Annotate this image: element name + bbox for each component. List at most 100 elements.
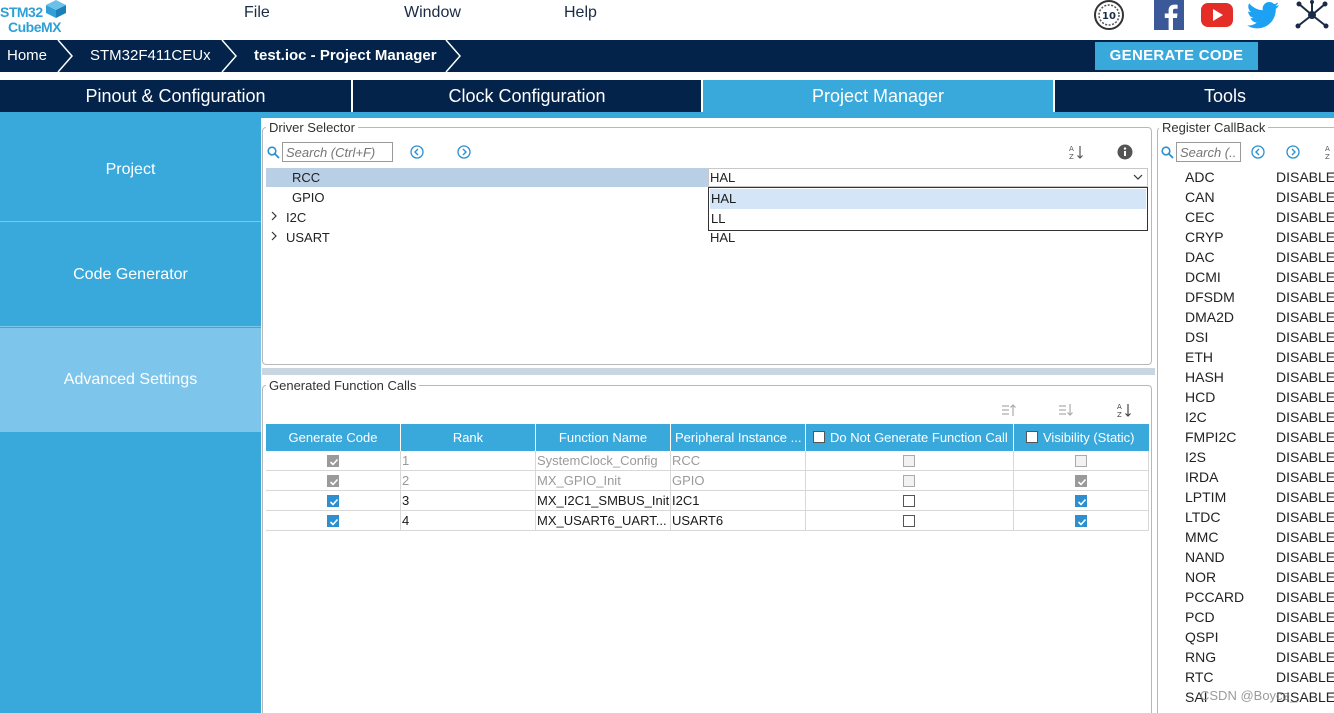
list-item[interactable]: DFSDM DISABLE: [1185, 287, 1334, 307]
expand-chevron-icon[interactable]: [270, 231, 278, 241]
driver-name-gpio[interactable]: GPIO: [292, 190, 325, 205]
callback-value[interactable]: DISABLE: [1276, 247, 1334, 267]
sort-az-icon[interactable]: A Z: [1068, 144, 1084, 160]
callback-value[interactable]: DISABLE: [1276, 387, 1334, 407]
generate-code-checkbox[interactable]: [327, 495, 339, 507]
sidebar-item-project[interactable]: Project: [0, 118, 261, 222]
panel-splitter[interactable]: [262, 368, 1155, 375]
callback-value[interactable]: DISABLE: [1276, 327, 1334, 347]
list-item[interactable]: ETH DISABLE: [1185, 347, 1334, 367]
list-item[interactable]: ADC DISABLE: [1185, 167, 1334, 187]
callback-value[interactable]: DISABLE: [1276, 367, 1334, 387]
visibility-static-checkbox[interactable]: [1075, 455, 1087, 467]
list-item[interactable]: LTDC DISABLE: [1185, 507, 1334, 527]
column-header-peripheral-instance[interactable]: Peripheral Instance ...: [671, 424, 806, 451]
callback-value[interactable]: DISABLE: [1276, 347, 1334, 367]
list-item[interactable]: HCD DISABLE: [1185, 387, 1334, 407]
previous-icon[interactable]: [410, 145, 424, 159]
list-item[interactable]: I2S DISABLE: [1185, 447, 1334, 467]
column-header-rank[interactable]: Rank: [401, 424, 536, 451]
generate-code-button[interactable]: GENERATE CODE: [1095, 42, 1258, 70]
list-item[interactable]: FMPI2C DISABLE: [1185, 427, 1334, 447]
info-icon[interactable]: [1117, 144, 1133, 160]
callback-value[interactable]: DISABLE: [1276, 607, 1334, 627]
do-not-generate-checkbox[interactable]: [903, 495, 915, 507]
list-item[interactable]: QSPI DISABLE: [1185, 627, 1334, 647]
next-icon[interactable]: [1286, 145, 1300, 159]
callback-value[interactable]: DISABLE: [1276, 187, 1334, 207]
list-item[interactable]: CRYP DISABLE: [1185, 227, 1334, 247]
expand-chevron-icon[interactable]: [270, 211, 278, 221]
callback-value[interactable]: DISABLE: [1276, 167, 1334, 187]
twitter-icon[interactable]: [1247, 0, 1281, 30]
dropdown-option-ll[interactable]: LL: [710, 209, 1146, 229]
driver-name-i2c[interactable]: I2C: [286, 210, 306, 225]
sort-az-icon[interactable]: A Z: [1116, 402, 1132, 418]
move-up-icon[interactable]: [1001, 403, 1017, 417]
list-item[interactable]: CAN DISABLE: [1185, 187, 1334, 207]
anniversary-badge-icon[interactable]: 10: [1092, 0, 1126, 30]
dropdown-option-hal[interactable]: HAL: [710, 189, 1146, 209]
tab-tools[interactable]: Tools: [1055, 80, 1334, 112]
tab-clock-configuration[interactable]: Clock Configuration: [353, 80, 701, 112]
generate-code-checkbox[interactable]: [327, 455, 339, 467]
list-item[interactable]: DMA2D DISABLE: [1185, 307, 1334, 327]
column-header-generate-code[interactable]: Generate Code: [266, 424, 401, 451]
breadcrumb-device[interactable]: STM32F411CEUx: [90, 40, 211, 72]
list-item[interactable]: NOR DISABLE: [1185, 567, 1334, 587]
network-icon[interactable]: [1294, 0, 1330, 30]
visibility-static-checkbox[interactable]: [1075, 475, 1087, 487]
callback-value[interactable]: DISABLE: [1276, 567, 1334, 587]
column-header-do-not-generate[interactable]: Do Not Generate Function Call: [806, 424, 1014, 451]
list-item[interactable]: DSI DISABLE: [1185, 327, 1334, 347]
list-item[interactable]: PCCARD DISABLE: [1185, 587, 1334, 607]
sidebar-item-code-generator[interactable]: Code Generator: [0, 223, 261, 327]
sidebar-item-advanced-settings[interactable]: Advanced Settings: [0, 328, 261, 432]
menu-window[interactable]: Window: [404, 4, 461, 22]
breadcrumb-project[interactable]: test.ioc - Project Manager: [254, 40, 437, 72]
callback-value[interactable]: DISABLE: [1276, 467, 1334, 487]
generate-code-checkbox[interactable]: [327, 475, 339, 487]
list-item[interactable]: DAC DISABLE: [1185, 247, 1334, 267]
do-not-generate-checkbox[interactable]: [903, 515, 915, 527]
column-header-function-name[interactable]: Function Name: [536, 424, 671, 451]
callback-value[interactable]: DISABLE: [1276, 667, 1334, 687]
callback-value[interactable]: DISABLE: [1276, 547, 1334, 567]
callback-value[interactable]: DISABLE: [1276, 427, 1334, 447]
driver-name-usart[interactable]: USART: [286, 230, 330, 245]
list-item[interactable]: PCD DISABLE: [1185, 607, 1334, 627]
list-item[interactable]: MMC DISABLE: [1185, 527, 1334, 547]
header-checkbox-do-not-generate[interactable]: [813, 431, 825, 443]
visibility-static-checkbox[interactable]: [1075, 495, 1087, 507]
driver-name-rcc[interactable]: RCC: [292, 170, 320, 185]
callback-value[interactable]: DISABLE: [1276, 507, 1334, 527]
list-item[interactable]: LPTIM DISABLE: [1185, 487, 1334, 507]
list-item[interactable]: HASH DISABLE: [1185, 367, 1334, 387]
callback-value[interactable]: DISABLE: [1276, 267, 1334, 287]
callback-value[interactable]: DISABLE: [1276, 447, 1334, 467]
callback-value[interactable]: DISABLE: [1276, 307, 1334, 327]
driver-dropdown-value[interactable]: HAL: [710, 170, 735, 185]
previous-icon[interactable]: [1251, 145, 1265, 159]
youtube-icon[interactable]: [1200, 0, 1234, 30]
breadcrumb-home[interactable]: Home: [7, 40, 47, 72]
driver-dropdown[interactable]: [708, 168, 1148, 187]
visibility-static-checkbox[interactable]: [1075, 515, 1087, 527]
callback-value[interactable]: DISABLE: [1276, 487, 1334, 507]
list-item[interactable]: IRDA DISABLE: [1185, 467, 1334, 487]
facebook-icon[interactable]: [1152, 0, 1186, 30]
driver-value-usart[interactable]: HAL: [710, 230, 735, 245]
menu-help[interactable]: Help: [564, 4, 597, 22]
callback-value[interactable]: DISABLE: [1276, 227, 1334, 247]
list-item[interactable]: RTC DISABLE: [1185, 667, 1334, 687]
callback-value[interactable]: DISABLE: [1276, 647, 1334, 667]
callback-value[interactable]: DISABLE: [1276, 627, 1334, 647]
callback-value[interactable]: DISABLE: [1276, 407, 1334, 427]
driver-search-input[interactable]: [282, 142, 393, 162]
next-icon[interactable]: [457, 145, 471, 159]
list-item[interactable]: NAND DISABLE: [1185, 547, 1334, 567]
tab-pinout-configuration[interactable]: Pinout & Configuration: [0, 80, 351, 112]
generate-code-checkbox[interactable]: [327, 515, 339, 527]
menu-file[interactable]: File: [244, 4, 270, 22]
register-search-input[interactable]: [1176, 142, 1241, 162]
